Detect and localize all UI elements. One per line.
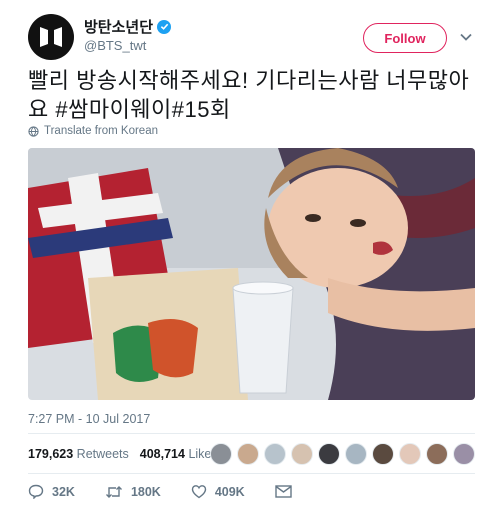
liker-avatar[interactable] <box>426 443 448 465</box>
chevron-down-icon[interactable] <box>459 30 473 44</box>
direct-message-button[interactable] <box>275 485 292 498</box>
likes-stat[interactable]: 408,714 Likes <box>140 447 218 461</box>
likes-count: 408,714 <box>139 447 185 461</box>
user-handle[interactable]: @BTS_twt <box>84 38 146 53</box>
liker-avatar[interactable] <box>237 443 259 465</box>
liker-avatars <box>210 443 475 465</box>
liker-avatar[interactable] <box>291 443 313 465</box>
retweets-stat[interactable]: 179,623 Retweets <box>28 447 129 461</box>
verified-badge-icon <box>157 19 172 34</box>
retweets-count: 179,623 <box>28 447 74 461</box>
avatar[interactable] <box>28 14 74 60</box>
like-button[interactable]: 409K <box>191 484 245 499</box>
like-count: 409K <box>214 484 245 499</box>
liker-avatar[interactable] <box>318 443 340 465</box>
tweet-text: 빨리 방송시작해주세요! 기다리는사람 너무많아요 #쌈마이웨이#15회 <box>28 68 470 122</box>
display-name-text[interactable]: 방탄소년단 <box>84 16 153 37</box>
bts-logo-icon <box>40 27 62 47</box>
liker-avatar[interactable] <box>453 443 475 465</box>
heart-icon <box>191 485 207 499</box>
reply-icon <box>28 484 44 499</box>
reply-button[interactable]: 32K <box>28 484 75 499</box>
liker-avatar[interactable] <box>399 443 421 465</box>
reply-count: 32K <box>52 484 75 499</box>
divider <box>28 473 475 474</box>
display-name[interactable]: 방탄소년단 <box>84 16 172 37</box>
retweets-label: Retweets <box>76 447 129 461</box>
liker-avatar[interactable] <box>264 443 286 465</box>
divider <box>28 433 475 434</box>
liker-avatar[interactable] <box>210 443 232 465</box>
tweet-timestamp[interactable]: 7:27 PM - 10 Jul 2017 <box>28 412 150 426</box>
retweet-count: 180K <box>130 484 161 499</box>
envelope-icon <box>275 485 292 498</box>
tweet-photo[interactable] <box>28 148 475 400</box>
retweet-icon <box>105 485 122 498</box>
retweet-button[interactable]: 180K <box>105 485 161 499</box>
liker-avatar[interactable] <box>345 443 367 465</box>
translate-label[interactable]: Translate from Korean <box>44 125 158 137</box>
liker-avatar[interactable] <box>372 443 394 465</box>
translate-link[interactable]: Translate from Korean <box>28 125 158 137</box>
globe-icon <box>28 125 39 137</box>
tweet-stats: 179,623 Retweets 408,714 Likes <box>28 447 218 461</box>
tweet-actions: 32K 180K 409K <box>28 484 322 499</box>
follow-button[interactable]: Follow <box>363 23 447 53</box>
